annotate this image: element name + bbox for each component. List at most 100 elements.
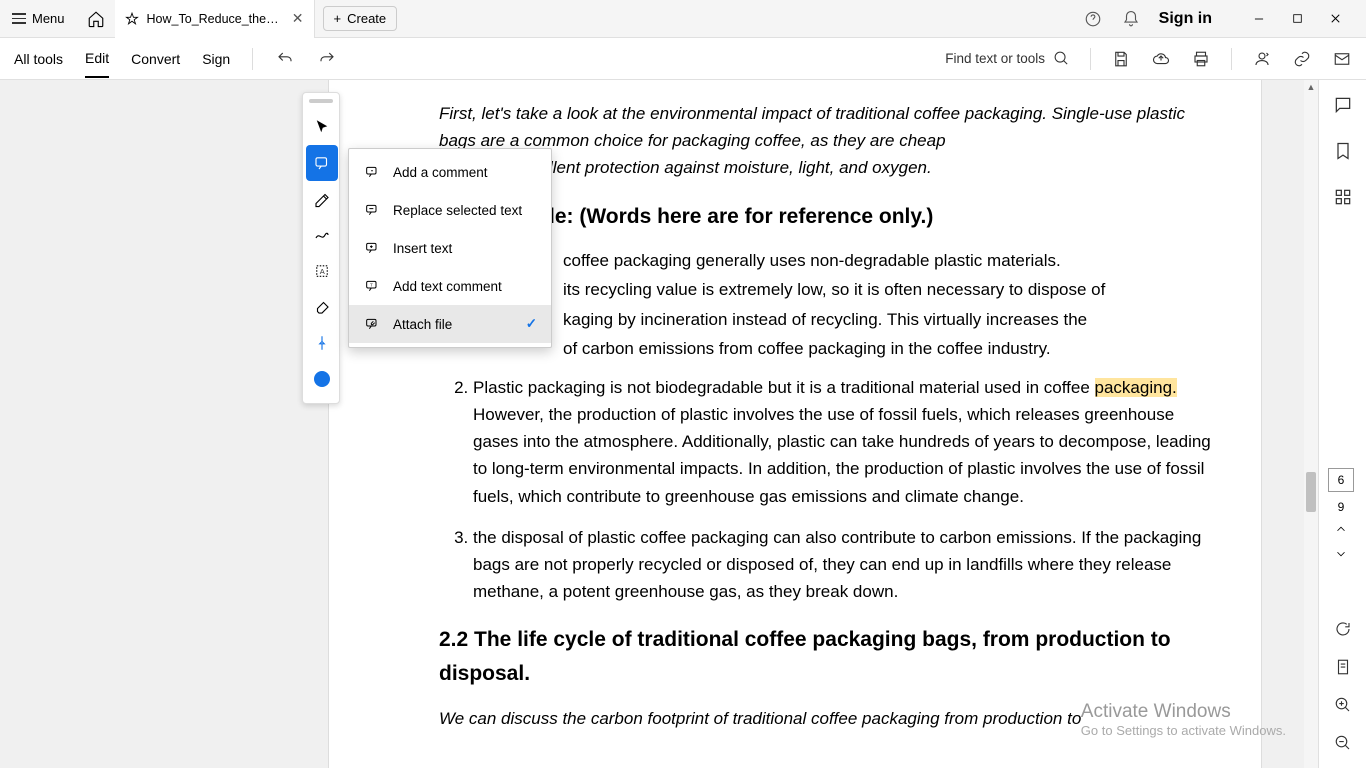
share-button[interactable]	[1252, 49, 1272, 69]
separator	[1090, 48, 1091, 70]
add-text-comment-item[interactable]: T Add text comment	[349, 267, 551, 305]
page-total: 9	[1338, 500, 1345, 514]
annotation-toolbar[interactable]: A	[302, 92, 340, 404]
drag-handle[interactable]	[309, 99, 333, 103]
notifications-button[interactable]	[1121, 9, 1141, 29]
select-tool[interactable]	[303, 109, 341, 145]
rotate-icon	[1334, 620, 1352, 638]
ctx-label: Attach file	[393, 317, 452, 332]
thumbnails-panel-button[interactable]	[1332, 186, 1354, 208]
color-picker[interactable]	[303, 361, 341, 397]
create-button[interactable]: + Create	[323, 6, 398, 31]
eraser-icon	[313, 298, 331, 316]
insert-text-item[interactable]: Insert text	[349, 229, 551, 267]
convert-button[interactable]: Convert	[131, 41, 180, 77]
page-up-button[interactable]	[1334, 522, 1348, 539]
doc-paragraph: First, let's take a look at the environm…	[439, 100, 1211, 154]
doc-paragraph: llent protection against moisture, light…	[439, 154, 1211, 181]
pin-tool[interactable]	[303, 325, 341, 361]
hamburger-icon	[12, 13, 26, 24]
print-icon	[1192, 50, 1210, 68]
link-icon	[1293, 50, 1311, 68]
scroll-up-arrow[interactable]: ▲	[1304, 80, 1318, 94]
undo-button[interactable]	[275, 49, 295, 69]
svg-text:A: A	[320, 267, 325, 276]
highlight-icon	[313, 190, 331, 208]
list-item: Plastic packaging is not biodegradable b…	[473, 374, 1211, 510]
home-button[interactable]	[77, 0, 115, 38]
save-button[interactable]	[1111, 49, 1131, 69]
doc-paragraph: of carbon emissions from coffee packagin…	[439, 335, 1211, 362]
zoom-tools	[1332, 618, 1354, 754]
add-comment-item[interactable]: Add a comment	[349, 153, 551, 191]
draw-tool[interactable]	[303, 217, 341, 253]
zoom-in-icon	[1334, 696, 1352, 714]
draw-icon	[313, 226, 331, 244]
edit-button[interactable]: Edit	[85, 40, 109, 78]
cursor-icon	[313, 118, 331, 136]
save-icon	[1112, 50, 1130, 68]
help-button[interactable]	[1083, 9, 1103, 29]
doc-paragraph: kaging by incineration instead of recycl…	[439, 306, 1211, 333]
menu-label: Menu	[32, 11, 65, 26]
cloud-button[interactable]	[1151, 49, 1171, 69]
titlebar-right: Sign in	[1083, 0, 1366, 38]
all-tools-button[interactable]: All tools	[14, 41, 63, 77]
page-number-input[interactable]: 6	[1328, 468, 1354, 492]
bookmarks-panel-button[interactable]	[1332, 140, 1354, 162]
text-select-tool[interactable]: A	[303, 253, 341, 289]
print-button[interactable]	[1191, 49, 1211, 69]
comments-panel-button[interactable]	[1332, 94, 1354, 116]
page-fit-icon	[1334, 658, 1352, 676]
minimize-button[interactable]	[1240, 0, 1278, 38]
close-window-button[interactable]	[1316, 0, 1354, 38]
attach-file-icon	[363, 315, 381, 333]
star-icon	[125, 12, 139, 26]
chevron-down-icon	[1334, 547, 1348, 561]
home-icon	[87, 10, 105, 28]
share-user-icon	[1253, 50, 1271, 68]
help-icon	[1084, 10, 1102, 28]
document-viewport[interactable]: First, let's take a look at the environm…	[0, 80, 1318, 768]
redo-button[interactable]	[317, 49, 337, 69]
highlighted-text[interactable]: packaging.	[1095, 378, 1177, 397]
tab-close-button[interactable]: ✕	[292, 10, 304, 27]
comment-tool-icon	[313, 154, 331, 172]
rotate-button[interactable]	[1332, 618, 1354, 640]
fit-page-button[interactable]	[1332, 656, 1354, 678]
sign-button[interactable]: Sign	[202, 41, 230, 77]
email-button[interactable]	[1332, 49, 1352, 69]
pin-icon	[313, 334, 331, 352]
scrollbar-thumb[interactable]	[1306, 472, 1316, 512]
attach-file-item[interactable]: Attach file ✓	[349, 305, 551, 343]
link-button[interactable]	[1292, 49, 1312, 69]
menu-button[interactable]: Menu	[0, 0, 77, 37]
vertical-scrollbar[interactable]: ▲	[1304, 80, 1318, 768]
ctx-label: Add text comment	[393, 279, 502, 294]
comment-context-menu: Add a comment Replace selected text Inse…	[348, 148, 552, 348]
main-toolbar: All tools Edit Convert Sign Find text or…	[0, 38, 1366, 80]
minimize-icon	[1252, 12, 1266, 26]
search-icon	[1053, 50, 1070, 67]
ctx-label: Insert text	[393, 241, 452, 256]
separator	[1231, 48, 1232, 70]
text-comment-icon: T	[363, 277, 381, 295]
plus-icon: +	[334, 11, 342, 26]
doc-heading: 2.2 The life cycle of traditional coffee…	[439, 623, 1211, 690]
text-comment-tool[interactable]	[306, 145, 338, 181]
list-item: the disposal of plastic coffee packaging…	[473, 524, 1211, 606]
document-tab[interactable]: How_To_Reduce_the_C... ✕	[115, 0, 315, 38]
maximize-button[interactable]	[1278, 0, 1316, 38]
signin-button[interactable]: Sign in	[1159, 10, 1212, 28]
eraser-tool[interactable]	[303, 289, 341, 325]
zoom-out-button[interactable]	[1332, 732, 1354, 754]
zoom-in-button[interactable]	[1332, 694, 1354, 716]
undo-icon	[276, 50, 294, 68]
replace-text-item[interactable]: Replace selected text	[349, 191, 551, 229]
page-down-button[interactable]	[1334, 547, 1348, 564]
find-button[interactable]: Find text or tools	[945, 50, 1070, 67]
separator	[252, 48, 253, 70]
highlight-tool[interactable]	[303, 181, 341, 217]
comment-icon	[1333, 95, 1353, 115]
create-label: Create	[347, 11, 386, 26]
